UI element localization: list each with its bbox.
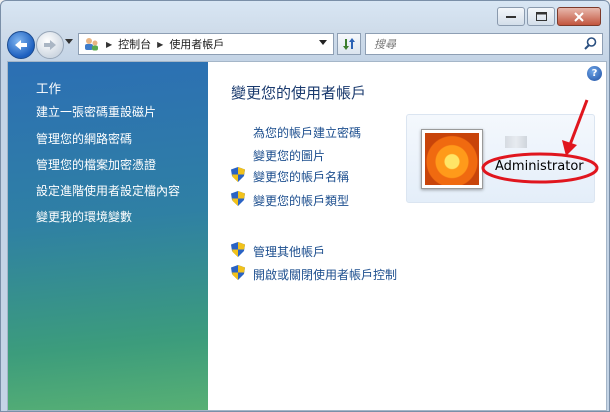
task-manage-other-accounts[interactable]: 管理其他帳戶 [253, 243, 325, 260]
content-pane: 工作 建立一張密碼重設磁片 管理您的網路密碼 管理您的檔案加密憑證 設定進階使用… [7, 61, 607, 411]
maximize-button[interactable] [527, 7, 555, 26]
forward-arrow-icon [44, 40, 56, 50]
search-input[interactable] [372, 35, 576, 53]
task-change-picture[interactable]: 變更您的圖片 [253, 147, 325, 164]
breadcrumb-control-panel[interactable]: 控制台 [118, 36, 151, 52]
sidebar-title: 工作 [36, 81, 62, 96]
page-title: 變更您的使用者帳戶 [231, 84, 367, 102]
chevron-down-icon[interactable] [319, 40, 327, 46]
avatar[interactable] [421, 129, 483, 189]
breadcrumb-separator: ▶ [157, 39, 164, 49]
account-name: Administrator [495, 159, 584, 174]
search-box[interactable] [365, 33, 603, 55]
account-card: Administrator [406, 114, 595, 203]
address-bar[interactable]: ▶ 控制台 ▶ 使用者帳戶 [78, 33, 334, 55]
task-toggle-uac[interactable]: 開啟或關閉使用者帳戶控制 [253, 266, 397, 283]
breadcrumb-separator: ▶ [106, 39, 113, 49]
minimize-button[interactable] [497, 7, 525, 26]
forward-button[interactable] [36, 31, 64, 59]
avatar-flower-picture [425, 133, 479, 185]
blurred-username [505, 136, 527, 148]
refresh-button[interactable] [337, 33, 361, 55]
breadcrumb-user-accounts[interactable]: 使用者帳戶 [169, 36, 224, 52]
control-panel-window: ▶ 控制台 ▶ 使用者帳戶 工作 建立一張密碼重設磁片 管理您的網路密碼 管理您… [0, 0, 610, 412]
sidebar-item-environment-variables[interactable]: 變更我的環境變數 [36, 208, 132, 225]
close-button[interactable] [557, 7, 601, 26]
refresh-icon [343, 38, 355, 50]
minimize-icon [506, 15, 516, 18]
maximize-icon [535, 12, 547, 21]
uac-shield-icon [231, 167, 245, 182]
tasks-sidebar: 工作 建立一張密碼重設磁片 管理您的網路密碼 管理您的檔案加密憑證 設定進階使用… [8, 62, 208, 410]
back-arrow-icon [15, 40, 27, 50]
uac-shield-icon [231, 191, 245, 206]
window-caption-buttons [497, 7, 601, 26]
recent-pages-dropdown[interactable] [65, 39, 73, 45]
close-icon [574, 11, 584, 22]
help-button[interactable]: ? [587, 66, 602, 81]
task-change-account-name[interactable]: 變更您的帳戶名稱 [253, 168, 349, 185]
sidebar-item-network-passwords[interactable]: 管理您的網路密碼 [36, 130, 132, 147]
search-icon[interactable] [584, 37, 597, 50]
back-button[interactable] [7, 31, 35, 59]
task-change-account-type[interactable]: 變更您的帳戶類型 [253, 192, 349, 209]
uac-shield-icon [231, 265, 245, 280]
task-create-password[interactable]: 為您的帳戶建立密碼 [253, 124, 361, 141]
navigation-bar: ▶ 控制台 ▶ 使用者帳戶 [1, 29, 609, 59]
users-folder-icon [85, 38, 98, 51]
sidebar-item-password-reset-disk[interactable]: 建立一張密碼重設磁片 [36, 103, 156, 120]
uac-shield-icon [231, 242, 245, 257]
sidebar-item-advanced-profile[interactable]: 設定進階使用者設定檔內容 [36, 182, 180, 199]
help-icon: ? [591, 68, 598, 79]
sidebar-item-encryption-certificates[interactable]: 管理您的檔案加密憑證 [36, 156, 156, 173]
